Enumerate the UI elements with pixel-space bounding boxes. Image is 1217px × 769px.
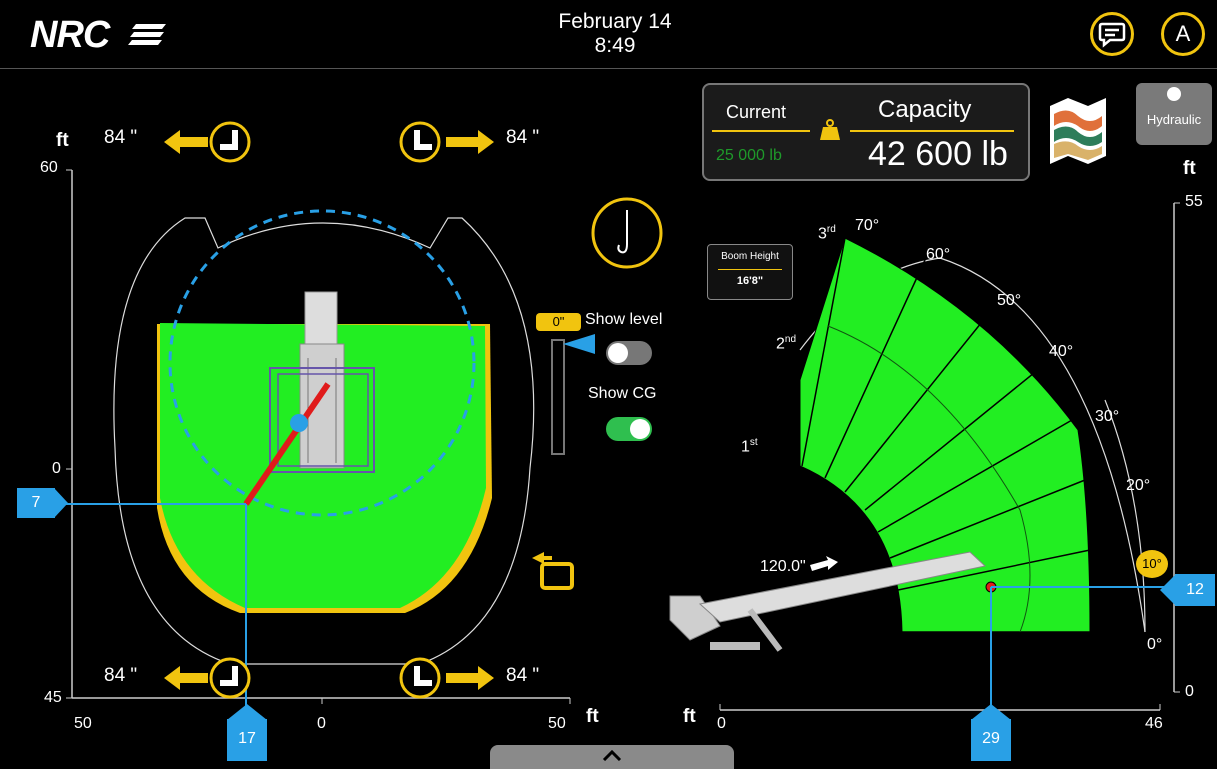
show-level-knob bbox=[608, 343, 628, 363]
right-x-marker-arrow bbox=[971, 704, 1011, 720]
angle-label: 20° bbox=[1126, 477, 1151, 494]
outrigger-rear-left-control[interactable] bbox=[160, 656, 255, 700]
boom-height-value: 16'8" bbox=[736, 275, 764, 287]
current-label: Current bbox=[726, 102, 787, 122]
date-time: February 14 8:49 bbox=[540, 10, 690, 58]
angle-label: 50° bbox=[997, 292, 1022, 309]
top-view-chart bbox=[60, 169, 571, 708]
chat-icon bbox=[1098, 22, 1126, 48]
outrigger-front-left-control[interactable] bbox=[160, 120, 255, 164]
outrigger-front-left-value: 84 " bbox=[104, 127, 138, 148]
right-x-unit: ft bbox=[683, 706, 696, 727]
top-bar: NRC February 14 8:49 A bbox=[0, 0, 1217, 69]
angle-label: 60° bbox=[926, 246, 951, 263]
right-y-tick-bottom: 0 bbox=[1185, 683, 1194, 700]
left-x-tick-left: 50 bbox=[74, 715, 92, 732]
range-arc bbox=[1104, 399, 1146, 633]
outrigger-rear-right-value: 84 " bbox=[506, 665, 540, 686]
section-2-label: 2nd bbox=[776, 334, 797, 353]
right-y-marker-value: 12 bbox=[1186, 581, 1204, 598]
outrigger-front-right-value: 84 " bbox=[506, 127, 540, 148]
level-pointer bbox=[563, 334, 595, 354]
user-avatar-button[interactable]: A bbox=[1161, 12, 1205, 56]
capacity-panel: Current 25 000 lb Capacity 42 600 lb bbox=[702, 83, 1030, 181]
right-y-marker-arrow bbox=[1160, 574, 1176, 606]
left-x-marker-arrow bbox=[227, 704, 267, 720]
extension-arrow-icon bbox=[810, 556, 838, 571]
section-1-label: 1st bbox=[741, 437, 758, 456]
left-x-unit: ft bbox=[586, 706, 599, 727]
logo-stripes-icon bbox=[128, 24, 166, 45]
boom-extension-label: 120.0" bbox=[760, 558, 806, 575]
left-x-tick-mid: 0 bbox=[317, 715, 326, 732]
angle-label: 0° bbox=[1147, 636, 1163, 653]
current-angle-value: 10° bbox=[1142, 556, 1162, 571]
section-3-label: 3rd bbox=[818, 224, 836, 243]
right-x-tick-right: 46 bbox=[1145, 715, 1163, 732]
right-x-marker-value: 29 bbox=[982, 730, 1000, 747]
rotate-icon[interactable] bbox=[530, 552, 576, 590]
left-y-marker-arrow bbox=[54, 488, 68, 518]
right-y-marker[interactable]: 12 bbox=[1175, 574, 1215, 606]
boom-height-divider bbox=[718, 269, 782, 270]
outrigger-rear-left-value: 84 " bbox=[104, 665, 138, 686]
right-x-tick-left: 0 bbox=[717, 715, 726, 732]
level-value: 0" bbox=[552, 314, 565, 329]
left-x-tick-right: 50 bbox=[548, 715, 566, 732]
hook-icon bbox=[617, 210, 628, 254]
left-y-tick-top: 60 bbox=[40, 159, 58, 176]
left-y-unit: ft bbox=[56, 130, 69, 151]
level-value-badge: 0" bbox=[536, 313, 581, 331]
weight-icon bbox=[820, 119, 840, 140]
left-x-marker[interactable]: 17 bbox=[227, 719, 267, 761]
truck-bed bbox=[299, 343, 345, 469]
chevron-up-icon bbox=[602, 749, 622, 761]
hydraulic-indicator bbox=[1167, 87, 1181, 101]
left-y-tick-bottom: 45 bbox=[44, 689, 62, 706]
cg-marker bbox=[290, 414, 308, 432]
level-gauge bbox=[551, 339, 565, 455]
bottom-drawer-handle[interactable] bbox=[490, 745, 734, 769]
outrigger-rear-right-control[interactable] bbox=[398, 656, 498, 700]
capacity-value: 42 600 lb bbox=[868, 135, 1008, 173]
user-initial: A bbox=[1175, 21, 1191, 46]
boom-height-box: Boom Height 16'8" bbox=[707, 244, 793, 300]
nrc-logo: NRC bbox=[30, 14, 110, 56]
left-y-marker-value: 7 bbox=[31, 494, 41, 511]
right-y-tick-top: 55 bbox=[1185, 193, 1203, 210]
map-icon[interactable] bbox=[1048, 96, 1108, 166]
right-x-marker[interactable]: 29 bbox=[971, 719, 1011, 761]
angle-label: 70° bbox=[855, 217, 880, 234]
capacity-divider bbox=[850, 130, 1014, 132]
chat-button[interactable] bbox=[1090, 12, 1134, 56]
angle-label: 30° bbox=[1095, 408, 1120, 425]
time-label: 8:49 bbox=[594, 34, 636, 57]
current-value: 25 000 lb bbox=[716, 147, 782, 164]
boom-height-label: Boom Height bbox=[721, 251, 779, 262]
capacity-label: Capacity bbox=[878, 96, 972, 123]
left-y-tick-mid: 0 bbox=[52, 460, 61, 477]
left-x-marker-value: 17 bbox=[238, 730, 256, 747]
outrigger-front-right-control[interactable] bbox=[398, 120, 498, 164]
date-label: February 14 bbox=[558, 10, 672, 33]
truck-cab bbox=[304, 291, 338, 345]
right-y-unit: ft bbox=[1183, 158, 1196, 179]
hydraulic-toggle[interactable]: Hydraulic bbox=[1136, 83, 1212, 145]
angle-label: 40° bbox=[1049, 343, 1074, 360]
current-divider bbox=[712, 130, 810, 132]
hydraulic-label: Hydraulic bbox=[1146, 112, 1202, 127]
left-y-marker[interactable]: 7 bbox=[17, 488, 55, 518]
